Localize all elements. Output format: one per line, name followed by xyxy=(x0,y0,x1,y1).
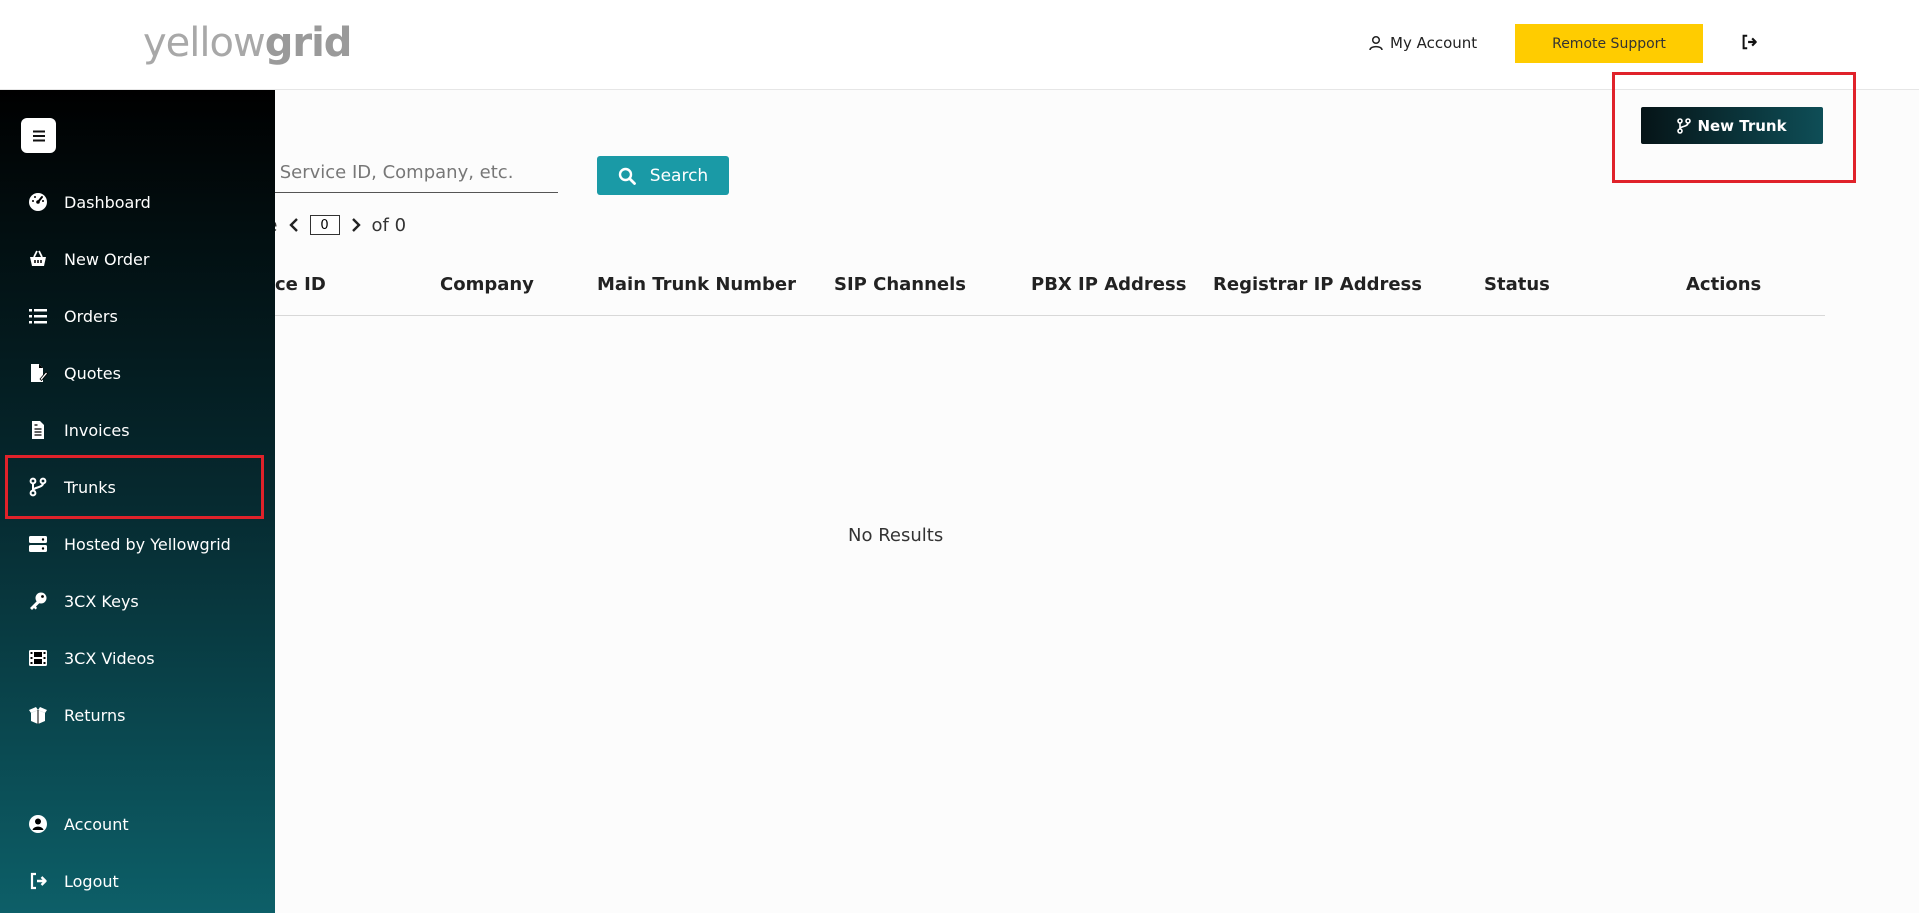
remote-support-button[interactable]: Remote Support xyxy=(1515,24,1703,63)
sidebar-item-3cx-videos[interactable]: 3CX Videos xyxy=(28,644,155,672)
sidebar-item-label: Invoices xyxy=(64,420,130,440)
top-header: yellowgrid My Account Remote Support xyxy=(0,0,1919,90)
sidebar-item-trunks[interactable]: Trunks xyxy=(28,473,116,501)
column-actions: Actions xyxy=(1686,274,1762,295)
sidebar-item-orders[interactable]: Orders xyxy=(28,302,118,330)
my-account-label: My Account xyxy=(1390,34,1478,52)
sidebar-item-invoices[interactable]: Invoices xyxy=(28,416,130,444)
sidebar-item-label: Quotes xyxy=(64,363,121,383)
pager-prefix: ge xyxy=(275,215,278,236)
hamburger-icon xyxy=(32,130,45,141)
sidebar-item-label: 3CX Videos xyxy=(64,648,155,668)
sidebar-item-label: 3CX Keys xyxy=(64,591,139,611)
code-branch-icon xyxy=(29,477,47,497)
page-number-input[interactable] xyxy=(309,215,340,235)
sidebar-item-label: Returns xyxy=(64,705,126,725)
column-status: Status xyxy=(1484,274,1550,295)
my-account-link[interactable]: My Account xyxy=(1368,31,1477,55)
column-company: Company xyxy=(440,274,534,295)
file-signature-icon xyxy=(31,364,48,382)
film-icon xyxy=(29,650,47,666)
sidebar-item-returns[interactable]: Returns xyxy=(28,701,125,729)
sidebar-item-dashboard[interactable]: Dashboard xyxy=(28,188,151,216)
sidebar-item-account[interactable]: Account xyxy=(28,810,129,838)
sidebar-item-label: Dashboard xyxy=(64,192,151,212)
sidebar-item-label: Hosted by Yellowgrid xyxy=(64,534,231,554)
sidebar-item-label: Orders xyxy=(64,306,118,326)
prev-page-icon[interactable] xyxy=(286,216,302,234)
new-trunk-label: New Trunk xyxy=(1697,116,1787,135)
search-button-label: Search xyxy=(649,165,709,186)
no-results-text: No Results xyxy=(848,525,944,546)
sidebar-item-quotes[interactable]: Quotes xyxy=(28,359,121,387)
menu-toggle-button[interactable] xyxy=(21,118,56,153)
column-registrar-ip-address: Registrar IP Address xyxy=(1213,274,1422,295)
sidebar-item-label: New Order xyxy=(64,249,150,269)
column-main-trunk-number: Main Trunk Number xyxy=(597,274,796,295)
server-icon xyxy=(29,536,47,552)
basket-icon xyxy=(30,250,46,266)
next-page-icon[interactable] xyxy=(348,216,364,234)
key-icon xyxy=(30,592,47,610)
user-icon xyxy=(1369,35,1383,51)
list-icon xyxy=(29,309,47,324)
column-sip-channels: SIP Channels xyxy=(834,274,967,295)
search-button[interactable]: Search xyxy=(597,156,729,195)
sidebar-item-hosted-by-yellowgrid[interactable]: Hosted by Yellowgrid xyxy=(28,530,231,558)
search-input[interactable] xyxy=(275,157,558,193)
main-content: s Search ge of 0 ce ID Company Main Trun… xyxy=(275,90,1919,913)
header-logout-icon[interactable] xyxy=(1740,33,1760,53)
yellowgrid-logo[interactable]: yellowgrid xyxy=(143,18,352,68)
pagination: ge of 0 xyxy=(275,212,406,238)
sidebar-item-label: Trunks xyxy=(64,477,116,497)
invoice-icon xyxy=(32,421,44,439)
new-trunk-button[interactable]: New Trunk xyxy=(1641,107,1823,144)
sidebar-item-new-order[interactable]: New Order xyxy=(28,245,149,273)
sidebar-item-label: Account xyxy=(64,814,129,834)
gauge-icon xyxy=(29,193,47,211)
sidebar-item-label: Logout xyxy=(64,871,119,891)
sidebar: Dashboard New Order Orders Quotes Invoic… xyxy=(0,90,275,913)
code-branch-icon xyxy=(1677,117,1692,134)
trunks-table-header: ce ID Company Main Trunk Number SIP Chan… xyxy=(275,258,1825,316)
sidebar-item-3cx-keys[interactable]: 3CX Keys xyxy=(28,587,139,615)
sidebar-item-logout[interactable]: Logout xyxy=(28,867,119,895)
column-pbx-ip-address: PBX IP Address xyxy=(1031,274,1187,295)
search-icon xyxy=(618,167,636,185)
logout-icon xyxy=(30,872,47,890)
user-circle-icon xyxy=(29,815,47,833)
column-service-id: ce ID xyxy=(275,274,326,295)
pager-suffix: of 0 xyxy=(371,214,407,236)
box-open-icon xyxy=(29,707,47,724)
